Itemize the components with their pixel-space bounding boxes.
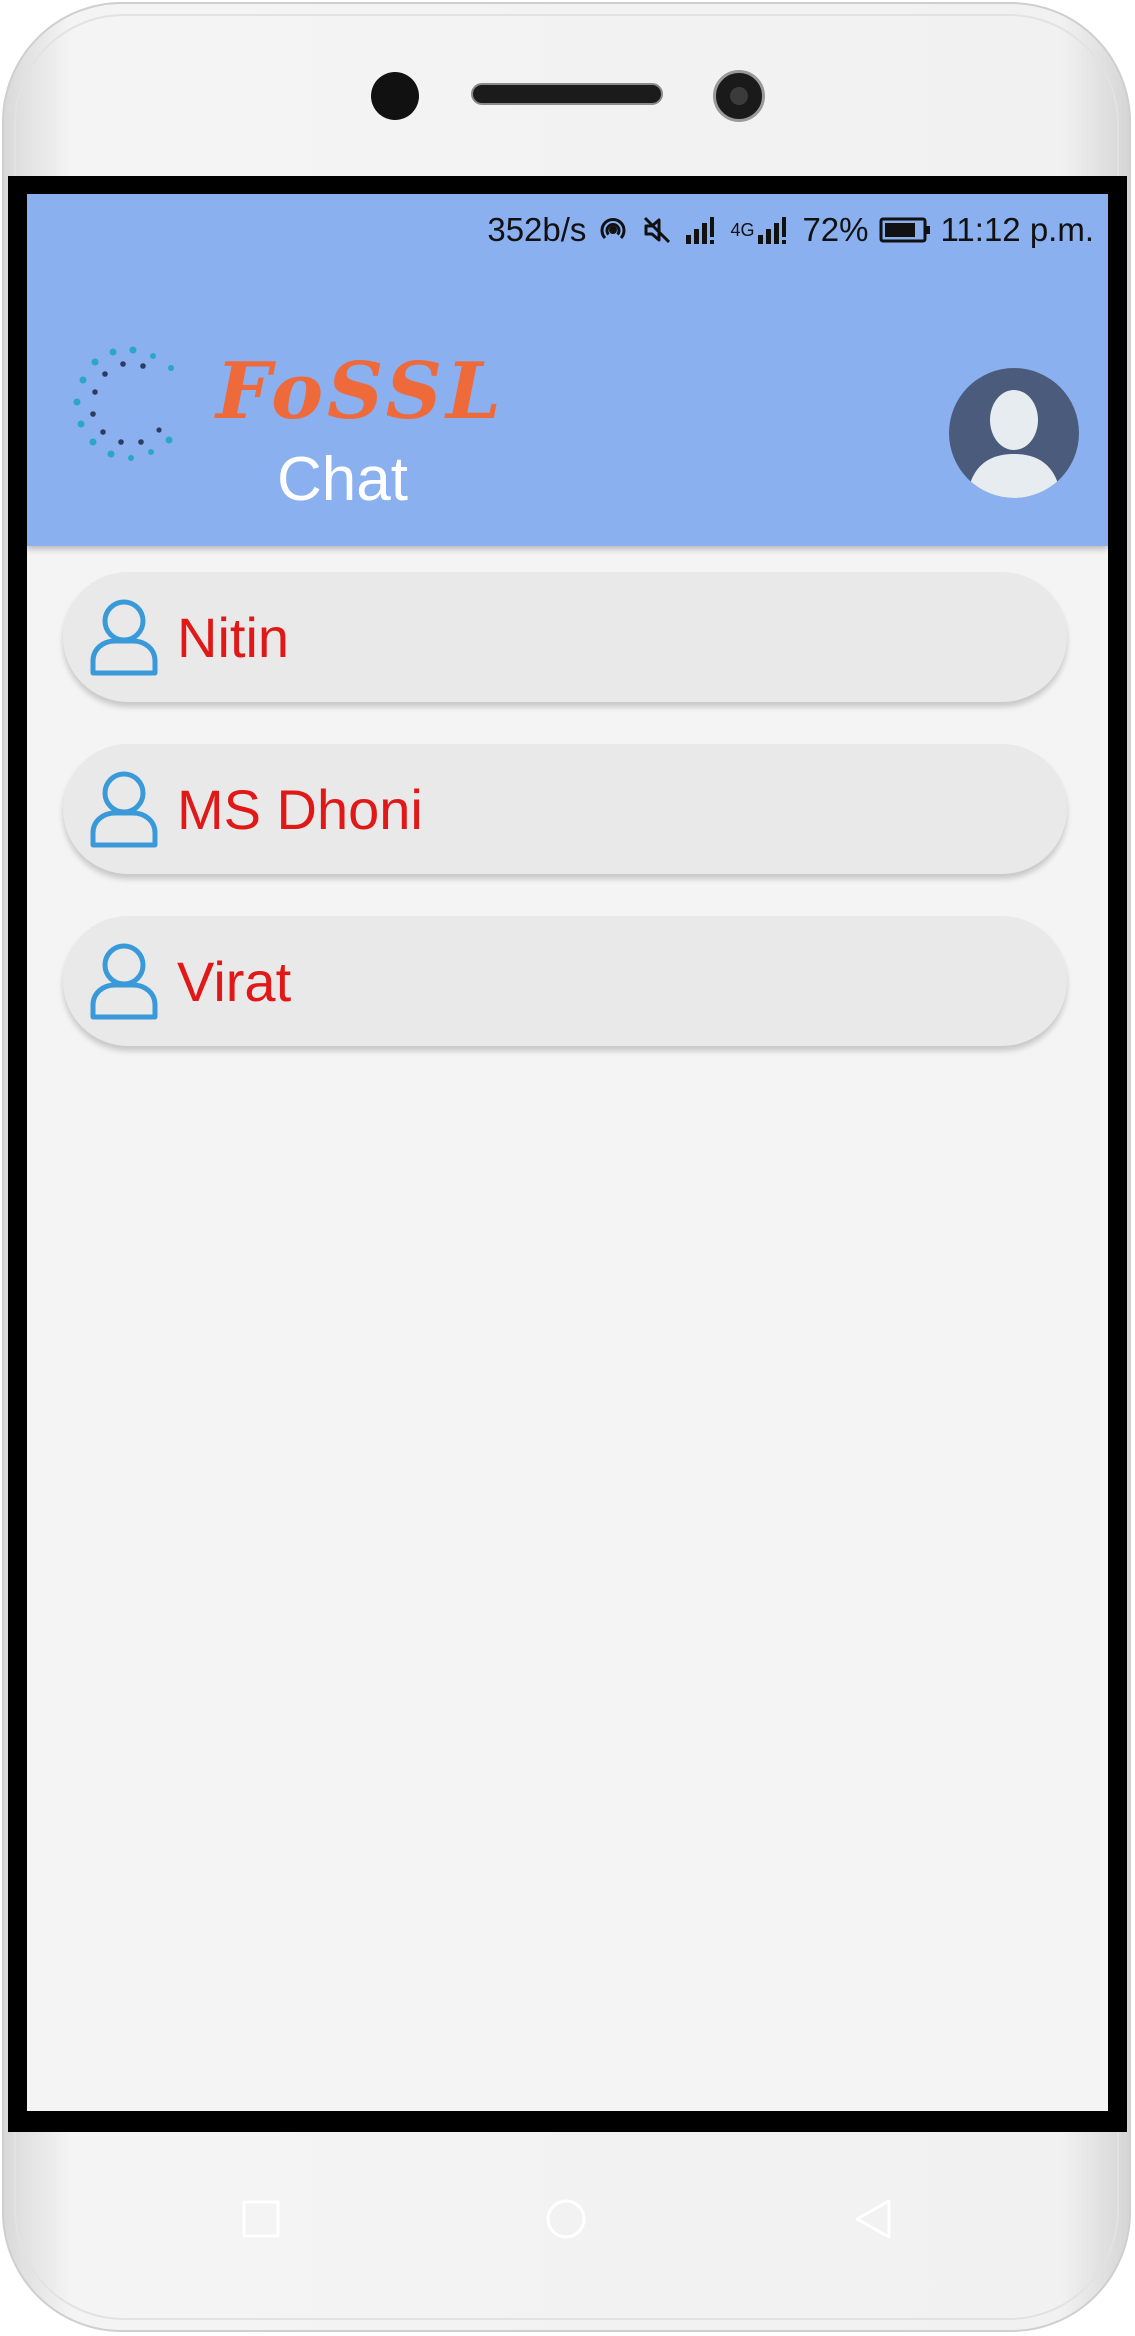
user-avatar-icon <box>967 390 1061 498</box>
contact-item-virat[interactable]: Virat <box>63 916 1067 1046</box>
earpiece-speaker <box>471 83 663 105</box>
home-circle-icon[interactable] <box>541 2194 591 2244</box>
app-header: 352b/s 4G 72% 11:12 p.m. FoSSL Chat <box>27 194 1108 546</box>
contact-name: Virat <box>177 949 292 1013</box>
contact-name: MS Dhoni <box>177 777 423 841</box>
dotted-ring-logo-icon <box>73 346 174 461</box>
proximity-sensor-icon <box>713 70 765 122</box>
mute-icon <box>640 213 674 247</box>
contacts-list: Nitin MS Dhoni Virat <box>63 572 1067 1088</box>
fossl-chat-logo: FoSSL Chat <box>71 344 501 524</box>
signal-4g-icon: 4G <box>730 215 792 245</box>
signal-icon <box>684 215 720 245</box>
status-bar: 352b/s 4G 72% 11:12 p.m. <box>487 208 1094 252</box>
contact-item-ms-dhoni[interactable]: MS Dhoni <box>63 744 1067 874</box>
front-camera-icon <box>371 72 419 120</box>
battery-percent: 72% <box>802 211 869 248</box>
back-triangle-icon[interactable] <box>848 2194 898 2244</box>
network-type: 4G <box>730 219 755 240</box>
recents-square-icon[interactable] <box>236 2194 286 2244</box>
contact-item-nitin[interactable]: Nitin <box>63 572 1067 702</box>
clock: 11:12 p.m. <box>940 211 1094 248</box>
network-speed: 352b/s <box>487 211 587 248</box>
battery-icon <box>879 216 931 244</box>
profile-button[interactable] <box>949 368 1079 498</box>
user-outline-icon <box>89 941 159 1021</box>
user-outline-icon <box>89 597 159 677</box>
screen: 352b/s 4G 72% 11:12 p.m. FoSSL Chat Niti… <box>27 194 1108 2111</box>
hotspot-icon <box>596 213 630 247</box>
user-outline-icon <box>89 769 159 849</box>
navigation-bar <box>0 2140 1135 2310</box>
contact-name: Nitin <box>177 605 290 669</box>
logo-subtitle: Chat <box>277 445 408 514</box>
logo-wordmark: FoSSL <box>216 346 505 437</box>
